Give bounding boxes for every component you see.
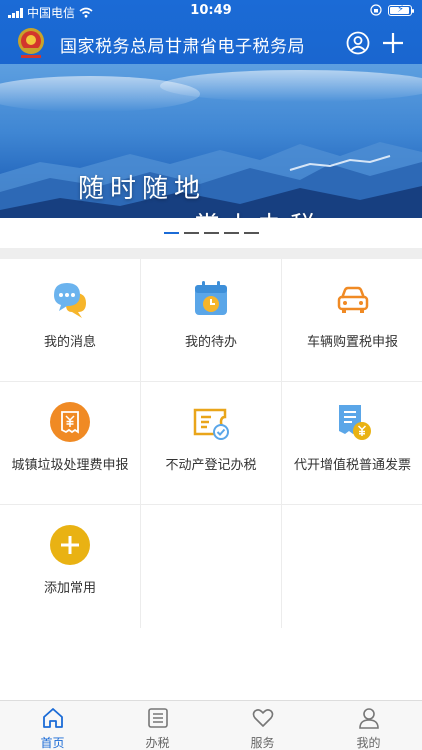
chat-bubble-icon (54, 283, 86, 318)
car-icon (337, 286, 368, 313)
user-circle-icon[interactable] (346, 31, 370, 55)
tab-label: 办税 (145, 736, 170, 750)
heart-icon (252, 709, 273, 727)
grid-empty-cell (282, 505, 422, 628)
tab-mine[interactable]: 我的 (316, 701, 421, 750)
banner-carousel[interactable]: 随时随地 掌上办税 (0, 64, 422, 218)
grid-item-label: 我的消息 (43, 335, 96, 350)
carousel-indicator (0, 218, 422, 248)
tab-label: 我的 (356, 736, 381, 750)
home-icon (42, 708, 63, 728)
status-time: 10:49 (190, 3, 232, 18)
grid-item-label: 车辆购置税申报 (306, 335, 398, 350)
banner-slogan-line2: 掌上办税 (194, 206, 322, 218)
tab-home[interactable]: 首页 (0, 701, 105, 750)
battery-icon: ⚡ (388, 4, 414, 16)
invoice-yuan-icon (338, 405, 371, 440)
function-grid: 我的消息 我的待办 车辆购置税申报 城镇垃圾处理费申报 不动产登记办税 代开增值… (0, 259, 422, 628)
yuan-receipt-icon (50, 402, 90, 442)
grid-item-label: 我的待办 (184, 335, 237, 350)
carousel-dot[interactable] (223, 232, 239, 234)
tab-service[interactable]: 服务 (210, 701, 315, 750)
grid-item-vehicle-tax[interactable]: 车辆购置税申报 (282, 259, 422, 382)
grid-item-my-messages[interactable]: 我的消息 (0, 259, 141, 382)
carousel-dot[interactable] (203, 232, 219, 234)
app-header: 中国电信 10:49 ⚡ 国家税务总局甘肃省电子税务局 (0, 0, 422, 64)
calendar-clock-icon (195, 281, 227, 315)
grid-item-vat-invoice[interactable]: 代开增值税普通发票 (282, 382, 422, 505)
title-bar: 国家税务总局甘肃省电子税务局 (0, 22, 422, 64)
grid-item-my-todo[interactable]: 我的待办 (141, 259, 282, 382)
carousel-dot[interactable] (163, 232, 179, 234)
grid-empty-cell (141, 505, 282, 628)
grid-item-label: 不动产登记办税 (165, 458, 257, 473)
section-divider (0, 248, 422, 259)
status-bar: 中国电信 10:49 ⚡ (0, 0, 422, 22)
tab-label: 服务 (250, 736, 275, 750)
bottom-tab-bar: 首页 办税 服务 我的 (0, 700, 422, 750)
page-title: 国家税务总局甘肃省电子税务局 (60, 37, 305, 57)
grid-item-real-estate[interactable]: 不动产登记办税 (141, 382, 282, 505)
tax-bureau-logo (18, 28, 44, 58)
list-icon (147, 708, 168, 728)
carousel-dot[interactable] (243, 232, 259, 234)
mountain-scenery-image (0, 70, 422, 218)
grid-item-label: 添加常用 (43, 581, 96, 596)
tab-tax[interactable]: 办税 (105, 701, 210, 750)
carousel-dot[interactable] (183, 232, 199, 234)
ticket-check-icon (193, 408, 229, 440)
person-icon (358, 708, 379, 729)
grid-item-label: 代开增值税普通发票 (293, 458, 411, 473)
grid-item-garbage-fee[interactable]: 城镇垃圾处理费申报 (0, 382, 141, 505)
tab-label: 首页 (40, 736, 65, 750)
grid-item-label: 城镇垃圾处理费申报 (11, 458, 129, 473)
banner-slogan-line1: 随时随地 (78, 174, 207, 204)
app-screen: 中国电信 10:49 ⚡ 国家税务总局甘肃省电子税务局 随时随地 我的消息 我的… (0, 0, 422, 750)
plus-icon[interactable] (381, 31, 405, 55)
add-circle-icon (50, 525, 90, 565)
grid-item-add-favorite[interactable]: 添加常用 (0, 505, 141, 628)
lock-rotation-icon (370, 4, 382, 16)
